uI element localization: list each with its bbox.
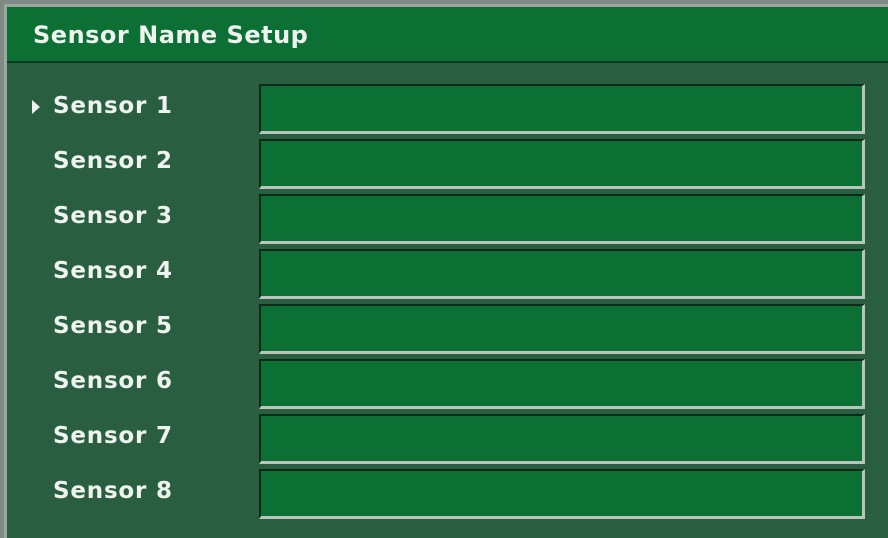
sensor-row-1[interactable]: Sensor 1 <box>7 84 888 134</box>
sensor-name-field[interactable] <box>259 249 865 299</box>
sensor-name-field[interactable] <box>259 359 865 409</box>
title-bar: Sensor Name Setup <box>7 7 888 63</box>
sensor-row-8[interactable]: Sensor 8 <box>7 469 888 519</box>
sensor-label: Sensor 4 <box>53 258 173 284</box>
selection-pointer-icon <box>32 100 40 114</box>
sensor-label: Sensor 6 <box>53 368 173 394</box>
sensor-label: Sensor 7 <box>53 423 173 449</box>
sensor-row-3[interactable]: Sensor 3 <box>7 194 888 244</box>
sensor-name-field[interactable] <box>259 84 865 134</box>
sensor-name-field[interactable] <box>259 139 865 189</box>
sensor-label: Sensor 2 <box>53 148 173 174</box>
sensor-row-6[interactable]: Sensor 6 <box>7 359 888 409</box>
sensor-name-field[interactable] <box>259 469 865 519</box>
sensor-name-field[interactable] <box>259 414 865 464</box>
sensor-row-4[interactable]: Sensor 4 <box>7 249 888 299</box>
sensor-row-2[interactable]: Sensor 2 <box>7 139 888 189</box>
sensor-label: Sensor 1 <box>53 93 173 119</box>
sensor-label: Sensor 5 <box>53 313 173 339</box>
sensor-name-setup-dialog: Sensor Name Setup Sensor 1 Sensor 2 Sens… <box>4 4 888 538</box>
dialog-title: Sensor Name Setup <box>33 21 309 49</box>
sensor-name-field[interactable] <box>259 194 865 244</box>
sensor-name-field[interactable] <box>259 304 865 354</box>
sensor-label: Sensor 8 <box>53 478 173 504</box>
sensor-label: Sensor 3 <box>53 203 173 229</box>
sensor-row-5[interactable]: Sensor 5 <box>7 304 888 354</box>
sensor-row-7[interactable]: Sensor 7 <box>7 414 888 464</box>
